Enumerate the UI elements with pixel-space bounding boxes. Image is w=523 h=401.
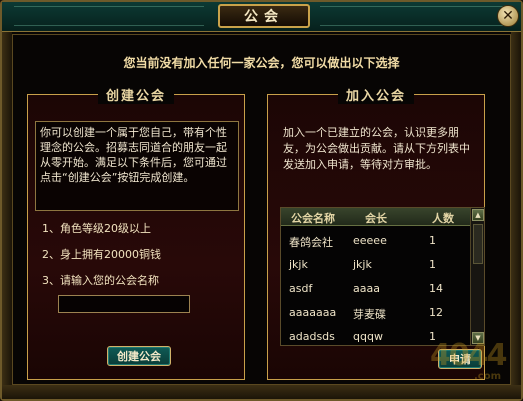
guild-row[interactable]: adadsds qqqw 1	[281, 325, 470, 345]
title-bar-ornament-left	[14, 6, 204, 26]
join-guild-panel: 加入公会 加入一个已建立的公会，认识更多朋友，为公会做出贡献。请从下方列表中发送…	[267, 85, 485, 380]
guild-leader-cell: eeeee	[353, 234, 387, 247]
create-guild-button[interactable]: 创建公会	[107, 346, 171, 366]
create-guild-panel: 创建公会 你可以创建一个属于您自己，带有个性理念的公会。招募志同道合的朋友一起从…	[27, 85, 245, 380]
scroll-up-icon[interactable]: ▲	[472, 209, 484, 221]
frame-bottom-border	[2, 385, 521, 399]
guild-count-cell: 1	[429, 258, 436, 271]
guild-row[interactable]: 春鸽会社 eeeee 1	[281, 229, 470, 253]
create-guild-description: 你可以创建一个属于您自己，带有个性理念的公会。招募志同道合的朋友一起从零开始。满…	[35, 121, 239, 211]
join-guild-heading: 加入公会	[337, 85, 414, 104]
guild-count-cell: 14	[429, 282, 443, 295]
apply-button[interactable]: 申请	[438, 349, 482, 369]
guild-row[interactable]: aaaaaaa 芽麦碟 12	[281, 301, 470, 325]
guild-name-cell: 春鸽会社	[289, 236, 333, 249]
guild-row[interactable]: jkjk jkjk 1	[281, 253, 470, 277]
guild-notice-text: 您当前没有加入任何一家公会，您可以做出以下选择	[123, 56, 400, 70]
frame-right-border	[511, 32, 521, 387]
requirement-copper: 2、身上拥有20000铜钱	[42, 248, 161, 261]
guild-list: 公会名称 会长 人数 春鸽会社 eeeee 1 jkjk jkjk 1 asdf…	[280, 207, 485, 346]
guild-name-cell: adadsds	[289, 330, 335, 343]
guild-leader-cell: 芽麦碟	[353, 308, 386, 321]
guild-leader-cell: qqqw	[353, 330, 383, 343]
guild-name-input[interactable]	[58, 295, 190, 313]
column-guild-name[interactable]: 公会名称	[291, 210, 335, 226]
title-bar: 公会 ✕	[2, 2, 521, 32]
guild-list-header: 公会名称 会长 人数	[281, 208, 470, 226]
guild-name-cell: asdf	[289, 282, 313, 295]
scroll-down-icon[interactable]: ▼	[472, 332, 484, 344]
guild-count-cell: 1	[429, 330, 436, 343]
column-member-count[interactable]: 人数	[432, 210, 454, 226]
requirement-name: 3、请输入您的公会名称	[42, 274, 159, 287]
guild-count-cell: 12	[429, 306, 443, 319]
scroll-thumb[interactable]	[473, 224, 483, 264]
create-guild-heading: 创建公会	[97, 85, 174, 104]
guild-leader-cell: jkjk	[353, 258, 372, 271]
guild-count-cell: 1	[429, 234, 436, 247]
guild-list-scrollbar[interactable]: ▲ ▼	[470, 208, 484, 345]
guild-name-cell: aaaaaaa	[289, 306, 337, 319]
guild-leader-cell: aaaa	[353, 282, 380, 295]
guild-row[interactable]: asdf aaaa 14	[281, 277, 470, 301]
close-icon[interactable]: ✕	[497, 5, 519, 27]
guild-name-cell: jkjk	[289, 258, 308, 271]
title-bar-ornament-right	[320, 6, 510, 26]
column-leader[interactable]: 会长	[365, 210, 387, 226]
requirement-level: 1、角色等级20级以上	[42, 222, 151, 235]
window-title: 公会	[218, 4, 310, 28]
frame-left-border	[2, 32, 12, 387]
join-guild-description: 加入一个已建立的公会，认识更多朋友，为公会做出贡献。请从下方列表中发送加入申请，…	[283, 126, 470, 171]
